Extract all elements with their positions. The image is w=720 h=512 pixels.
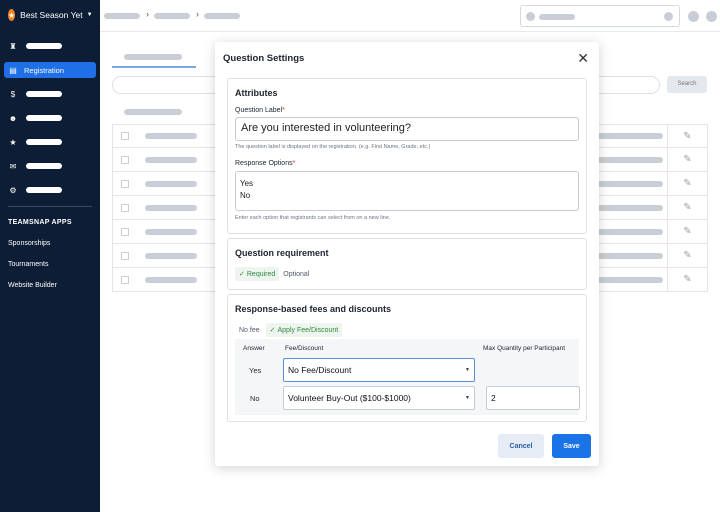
close-icon[interactable]: ✕ xyxy=(577,51,589,65)
caret-down-icon: ▼ xyxy=(465,395,470,401)
breadcrumb-placeholder xyxy=(204,13,240,19)
top-bar: › › xyxy=(100,0,720,32)
apps-heading: TEAMSNAP APPS xyxy=(8,219,72,226)
sidebar-item-6[interactable]: ✉ xyxy=(4,158,96,174)
star-icon: ★ xyxy=(9,137,17,147)
mail-icon: ✉ xyxy=(9,161,17,171)
pencil-icon: ✎ xyxy=(667,268,707,291)
response-options-label: Response Options* xyxy=(235,160,296,167)
fee-select-value: Volunteer Buy-Out ($100-$1000) xyxy=(288,393,411,403)
pencil-icon: ✎ xyxy=(667,220,707,243)
pencil-icon: ✎ xyxy=(667,148,707,171)
tabs-placeholder xyxy=(112,52,196,68)
search-button: Search xyxy=(667,76,707,93)
people-icon: ☻ xyxy=(8,113,18,123)
clipboard-icon: ▤ xyxy=(9,65,17,75)
sidebar-item-placeholder xyxy=(26,187,62,193)
check-icon: ✓ xyxy=(239,271,245,278)
caret-down-icon: ▼ xyxy=(465,367,470,373)
question-settings-modal: Question Settings ✕ Attributes Question … xyxy=(215,42,599,466)
sidebar-item-7[interactable]: ⚙ xyxy=(4,182,96,198)
table-header-placeholder xyxy=(124,109,182,115)
question-label-label: Question Label* xyxy=(235,107,285,114)
gear-icon: ⚙ xyxy=(9,185,17,195)
trophy-icon: ♜ xyxy=(9,41,17,51)
fee-select-value: No Fee/Discount xyxy=(288,365,352,375)
attributes-title: Attributes xyxy=(235,88,278,98)
sidebar-item-1[interactable]: ♜ xyxy=(4,38,96,54)
sidebar-link-website-builder[interactable]: Website Builder xyxy=(0,282,100,289)
sidebar-item-5[interactable]: ★ xyxy=(4,134,96,150)
chevron-down-icon: ▼ xyxy=(86,12,93,18)
answer-cell: No xyxy=(250,394,260,403)
apply-fee-option[interactable]: ✓ Apply Fee/Discount xyxy=(265,323,343,337)
pencil-icon: ✎ xyxy=(667,244,707,267)
breadcrumb-placeholder xyxy=(104,13,140,19)
check-icon: ✓ xyxy=(269,327,276,334)
sidebar-item-label: Registration xyxy=(24,65,65,75)
answer-column-header: Answer xyxy=(243,345,265,352)
sidebar-item-placeholder xyxy=(26,163,62,169)
sidebar: ★ Best Season Yet ▼ ♜ ▤ Registration $ ☻… xyxy=(0,0,100,512)
question-label-help: The question label is displayed on the r… xyxy=(235,144,431,150)
no-fee-option[interactable]: No fee xyxy=(235,324,264,337)
modal-title: Question Settings xyxy=(223,52,305,64)
chevron-right-icon: › xyxy=(196,9,199,19)
max-column-header: Max Quantity per Participant xyxy=(483,345,566,352)
sidebar-item-registration[interactable]: ▤ Registration xyxy=(4,62,96,78)
sidebar-link-tournaments[interactable]: Tournaments xyxy=(0,261,100,268)
avatar-placeholder xyxy=(688,11,699,22)
sidebar-divider xyxy=(8,206,92,207)
org-name: Best Season Yet xyxy=(20,10,83,20)
pencil-icon: ✎ xyxy=(667,196,707,219)
pencil-icon: ✎ xyxy=(667,172,707,195)
response-option: No xyxy=(240,191,251,200)
required-option[interactable]: ✓ Required xyxy=(235,267,280,281)
breadcrumb-placeholder xyxy=(154,13,190,19)
sidebar-item-placeholder xyxy=(26,43,62,49)
org-switcher[interactable]: ★ Best Season Yet ▼ xyxy=(0,0,100,30)
fees-title: Response-based fees and discounts xyxy=(235,304,392,314)
sidebar-item-placeholder xyxy=(26,115,62,121)
sidebar-item-3[interactable]: $ xyxy=(4,86,96,102)
sidebar-link-sponsorships[interactable]: Sponsorships xyxy=(0,240,100,247)
sidebar-item-4[interactable]: ☻ xyxy=(4,110,96,126)
requirement-title: Question requirement xyxy=(235,248,329,258)
org-logo-icon: ★ xyxy=(8,9,16,21)
answer-cell: Yes xyxy=(249,366,262,375)
attributes-section: Attributes Question Label* Are you inter… xyxy=(227,78,587,234)
fee-select[interactable]: No Fee/Discount ▼ xyxy=(283,358,475,382)
cancel-button[interactable]: Cancel xyxy=(498,434,544,458)
fees-toggle: No fee ✓ Apply Fee/Discount xyxy=(235,323,343,337)
top-search-placeholder xyxy=(520,5,680,27)
pencil-icon: ✎ xyxy=(667,125,707,147)
requirement-toggle: ✓ Required Optional xyxy=(235,267,313,281)
fees-section: Response-based fees and discounts No fee… xyxy=(227,294,587,422)
fee-column-header: Fee/Discount xyxy=(285,345,324,352)
question-label-input[interactable]: Are you interested in volunteering? xyxy=(235,117,579,141)
save-button[interactable]: Save xyxy=(552,434,591,458)
sidebar-item-placeholder xyxy=(26,139,62,145)
sidebar-item-placeholder xyxy=(26,91,62,97)
fee-select[interactable]: Volunteer Buy-Out ($100-$1000) ▼ xyxy=(283,386,475,410)
dollar-icon: $ xyxy=(10,89,16,99)
optional-option[interactable]: Optional xyxy=(279,268,313,281)
max-quantity-input[interactable]: 2 xyxy=(486,386,580,410)
response-options-textarea[interactable]: Yes No xyxy=(235,171,579,211)
avatar-placeholder xyxy=(706,11,717,22)
response-options-help: Enter each option that registrants can s… xyxy=(235,215,391,221)
chevron-right-icon: › xyxy=(146,9,149,19)
response-option: Yes xyxy=(240,179,254,188)
requirement-section: Question requirement ✓ Required Optional xyxy=(227,238,587,290)
